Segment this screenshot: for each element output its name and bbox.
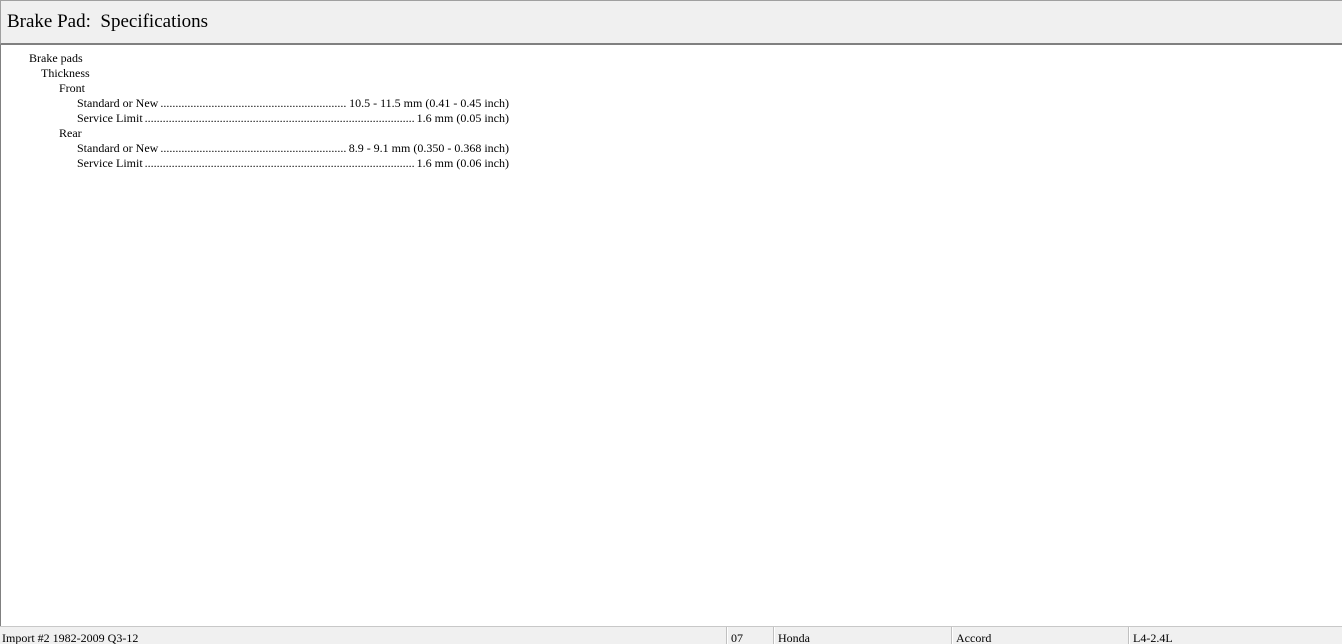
status-engine: L4-2.4L — [1128, 627, 1342, 644]
spec-label: Service Limit — [77, 156, 143, 170]
specification-content[interactable]: Brake pads Thickness Front Standard or N… — [0, 45, 1342, 626]
status-database: Import #2 1982-2009 Q3-12 — [2, 631, 139, 644]
spec-value: 10.5 - 11.5 mm (0.41 - 0.45 inch) — [349, 96, 509, 110]
spec-label: Service Limit — [77, 111, 143, 125]
section-heading: Brake pads — [29, 51, 83, 65]
subsection-heading: Thickness — [41, 66, 90, 80]
status-year: 07 — [726, 627, 773, 644]
group-heading-rear: Rear — [59, 126, 82, 140]
spec-value: 1.6 mm (0.06 inch) — [416, 156, 509, 170]
spec-label: Standard or New — [77, 141, 159, 155]
spec-label: Standard or New — [77, 96, 159, 110]
page-title: Brake Pad: Specifications — [7, 11, 209, 32]
dot-leader — [160, 141, 346, 156]
status-model: Accord — [951, 627, 1128, 644]
status-bar: Import #2 1982-2009 Q3-12 07 Honda Accor… — [0, 626, 1342, 644]
dot-leader — [145, 111, 415, 126]
app-window: Brake Pad: Specifications Brake pads Thi… — [0, 0, 1342, 644]
status-make: Honda — [773, 627, 951, 644]
spec-row-front-standard: Standard or New 10.5 - 11.5 mm (0.41 - 0… — [77, 96, 509, 111]
spec-row-rear-service-limit: Service Limit 1.6 mm (0.06 inch) — [77, 156, 509, 171]
dot-leader — [145, 156, 415, 171]
spec-row-front-service-limit: Service Limit 1.6 mm (0.05 inch) — [77, 111, 509, 126]
dot-leader — [160, 96, 347, 111]
group-heading-front: Front — [59, 81, 86, 95]
spec-value: 1.6 mm (0.05 inch) — [416, 111, 509, 125]
spec-row-rear-standard: Standard or New 8.9 - 9.1 mm (0.350 - 0.… — [77, 141, 509, 156]
spec-value: 8.9 - 9.1 mm (0.350 - 0.368 inch) — [348, 141, 509, 155]
title-bar: Brake Pad: Specifications — [0, 0, 1342, 45]
